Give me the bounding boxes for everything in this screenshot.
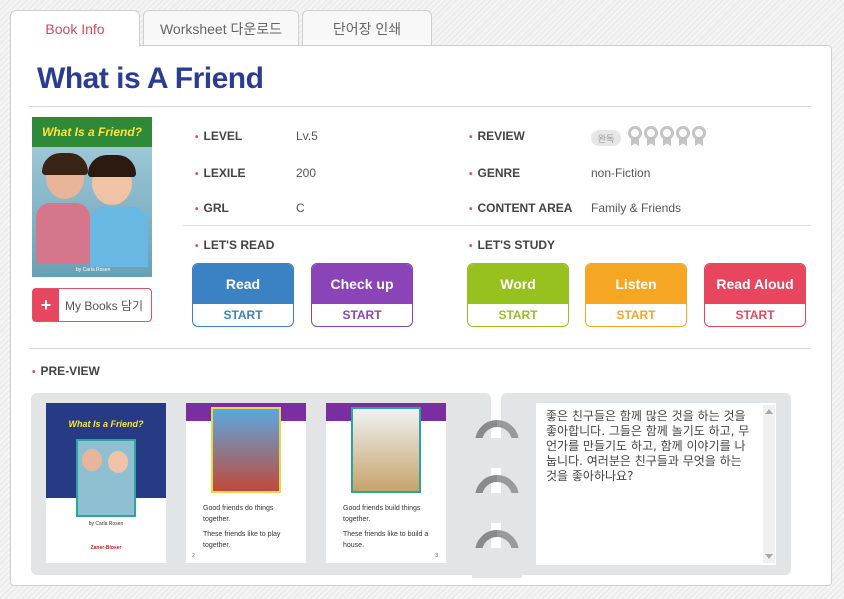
- preview-page-2[interactable]: Good friends do things together. These f…: [186, 403, 306, 563]
- content-area-label: CONTENT AREA: [469, 201, 573, 215]
- preview-page-3-line1: Good friends build things together.: [343, 505, 421, 523]
- plus-icon: +: [33, 289, 59, 321]
- read-aloud-start-button[interactable]: Read Aloud START: [704, 263, 806, 327]
- preview-divider: [29, 348, 811, 349]
- preview-page-2-line1: Good friends do things together.: [203, 505, 274, 523]
- lets-read-label: LET'S READ: [195, 238, 275, 252]
- my-books-label: My Books 담기: [65, 298, 144, 313]
- checkup-start-button[interactable]: Check up START: [311, 263, 413, 327]
- medal-icon: [692, 126, 706, 148]
- lets-study-label: LET'S STUDY: [469, 238, 556, 252]
- title-divider: [29, 106, 811, 107]
- content-area-value: Family & Friends: [591, 201, 682, 215]
- preview-cover-byline: by Carla Rosen: [88, 521, 124, 527]
- preview-cover-title: What Is a Friend?: [68, 419, 144, 429]
- book-cover-image: What Is a Friend? by Carla Rosen: [32, 117, 152, 277]
- review-label: REVIEW: [469, 129, 525, 143]
- binder-ring-icon: [465, 465, 529, 529]
- medal-icon: [628, 126, 642, 148]
- cover-byline: by Carla Rosen: [76, 267, 111, 273]
- word-start-label: START: [498, 308, 538, 322]
- read-button-label: Read: [193, 264, 293, 304]
- preview-page-2-line2: These friends like to play together.: [203, 531, 281, 549]
- preview-page-cover[interactable]: What Is a Friend? by Carla Rosen Zaner-B…: [46, 403, 166, 563]
- cover-title: What Is a Friend?: [32, 117, 152, 147]
- lexile-label: LEXILE: [195, 166, 246, 180]
- preview-label: PRE-VIEW: [32, 364, 100, 378]
- read-start-label: START: [223, 308, 263, 322]
- level-value: Lv.5: [296, 129, 318, 143]
- genre-label: GENRE: [469, 166, 521, 180]
- book-title: What is A Friend: [37, 62, 264, 95]
- checkup-start-label: START: [342, 308, 382, 322]
- review-complete-badge: 완독: [591, 130, 621, 146]
- tab-vocabulary-print[interactable]: 단어장 인쇄: [302, 10, 432, 46]
- preview-page-2-number: 2: [192, 553, 195, 559]
- add-to-my-books-button[interactable]: + My Books 담기: [32, 288, 152, 322]
- listen-start-button[interactable]: Listen START: [585, 263, 687, 327]
- preview-page-3-line2: These friends like to build a house.: [343, 531, 429, 549]
- lexile-value: 200: [296, 166, 317, 180]
- book-info-panel: What is A Friend What Is a Friend? by Ca…: [10, 45, 832, 586]
- preview-text[interactable]: 좋은 친구들은 함께 많은 것을 하는 것을 좋아합니다. 그들은 함께 놀기도…: [536, 403, 776, 565]
- binder-ring-icon: [465, 520, 529, 584]
- binder-ring-icon: [465, 410, 529, 474]
- word-button-label: Word: [468, 264, 568, 304]
- info-divider: [183, 225, 811, 226]
- listen-start-label: START: [616, 308, 656, 322]
- read-aloud-button-label: Read Aloud: [705, 264, 805, 304]
- medal-icon: [644, 126, 658, 148]
- checkup-button-label: Check up: [312, 264, 412, 304]
- word-start-button[interactable]: Word START: [467, 263, 569, 327]
- tab-worksheet-download[interactable]: Worksheet 다운로드: [143, 10, 299, 46]
- read-start-button[interactable]: Read START: [192, 263, 294, 327]
- level-label: LEVEL: [195, 129, 243, 143]
- scroll-up-icon[interactable]: [765, 409, 773, 414]
- tab-book-info[interactable]: Book Info: [10, 10, 140, 47]
- preview-page-3-number: 3: [435, 553, 438, 559]
- preview-text-scrollbar[interactable]: [763, 405, 775, 563]
- grl-value: C: [296, 201, 305, 215]
- scroll-down-icon[interactable]: [765, 554, 773, 559]
- grl-label: GRL: [195, 201, 229, 215]
- medal-icon: [676, 126, 690, 148]
- preview-page-3[interactable]: Good friends build things together. Thes…: [326, 403, 446, 563]
- medal-icon: [660, 126, 674, 148]
- genre-value: non-Fiction: [591, 166, 651, 180]
- read-aloud-start-label: START: [735, 308, 775, 322]
- preview-cover-publisher: Zaner-Bloser: [90, 545, 122, 551]
- listen-button-label: Listen: [586, 264, 686, 304]
